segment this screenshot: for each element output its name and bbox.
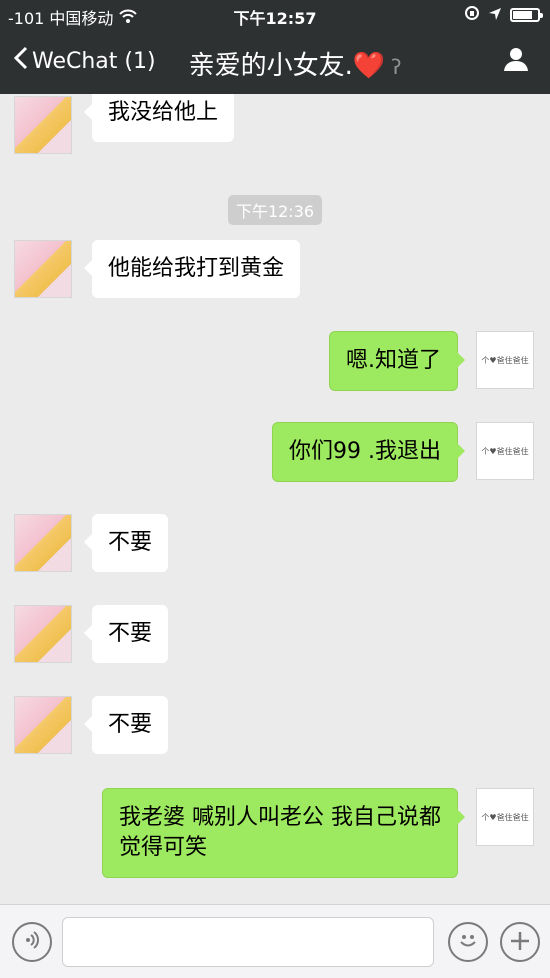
chat-area[interactable]: 我没给他上 下午12:36 他能给我打到黄金 个♥爸住爸住 嗯.知道了 个♥爸住… bbox=[0, 94, 550, 904]
message-bubble-in[interactable]: 他能给我打到黄金 bbox=[83, 240, 301, 298]
battery-icon bbox=[510, 8, 543, 22]
profile-icon bbox=[502, 48, 530, 77]
my-avatar[interactable]: 个♥爸住爸住 bbox=[476, 331, 534, 389]
voice-button[interactable] bbox=[12, 922, 52, 962]
timestamp-label: 下午12:36 bbox=[227, 195, 323, 225]
heart-emoji: ❤️ bbox=[352, 51, 386, 81]
message-bubble-out[interactable]: 我老婆 喊别人叫老公 我自己说都觉得可笑 bbox=[102, 788, 465, 878]
my-avatar[interactable]: 个♥爸住爸住 bbox=[476, 788, 534, 846]
profile-button[interactable] bbox=[502, 45, 530, 77]
message-bubble-out[interactable]: 嗯.知道了 bbox=[329, 331, 465, 391]
message-bubble-out[interactable]: 你们99 .我退出 bbox=[272, 422, 465, 482]
input-bar bbox=[0, 904, 550, 978]
emoji-icon bbox=[456, 928, 480, 956]
battery-level bbox=[513, 11, 532, 19]
message-bubble-in[interactable]: 不要 bbox=[83, 605, 169, 663]
contact-avatar[interactable] bbox=[14, 696, 72, 754]
status-right bbox=[464, 5, 543, 25]
message-input[interactable] bbox=[62, 917, 434, 967]
status-bar: -101 中国移动 下午12:57 bbox=[0, 0, 550, 30]
message-bubble-in[interactable]: 不要 bbox=[83, 514, 169, 572]
message-bubble-in[interactable]: 不要 bbox=[83, 696, 169, 754]
plus-icon bbox=[509, 926, 531, 959]
contact-avatar[interactable] bbox=[14, 514, 72, 572]
emoji-button[interactable] bbox=[448, 922, 488, 962]
contact-avatar[interactable] bbox=[14, 240, 72, 298]
chat-title: 亲爱的小女友.❤️ ʔ bbox=[120, 45, 470, 82]
orientation-lock-icon bbox=[464, 5, 480, 25]
chat-title-text: 亲爱的小女友. bbox=[188, 51, 353, 81]
voice-icon bbox=[23, 931, 41, 953]
plus-button[interactable] bbox=[500, 922, 540, 962]
nav-bar: WeChat (1) 亲爱的小女友.❤️ ʔ bbox=[0, 30, 550, 94]
contact-avatar[interactable] bbox=[14, 605, 72, 663]
timestamp: 下午12:36 bbox=[0, 195, 550, 225]
chevron-left-icon bbox=[13, 46, 28, 76]
message-bubble-in[interactable]: 我没给他上 bbox=[83, 94, 235, 142]
my-avatar[interactable]: 个♥爸住爸住 bbox=[476, 422, 534, 480]
contact-avatar[interactable] bbox=[14, 96, 72, 154]
location-icon bbox=[488, 6, 502, 25]
earpiece-icon: ʔ bbox=[391, 55, 402, 79]
